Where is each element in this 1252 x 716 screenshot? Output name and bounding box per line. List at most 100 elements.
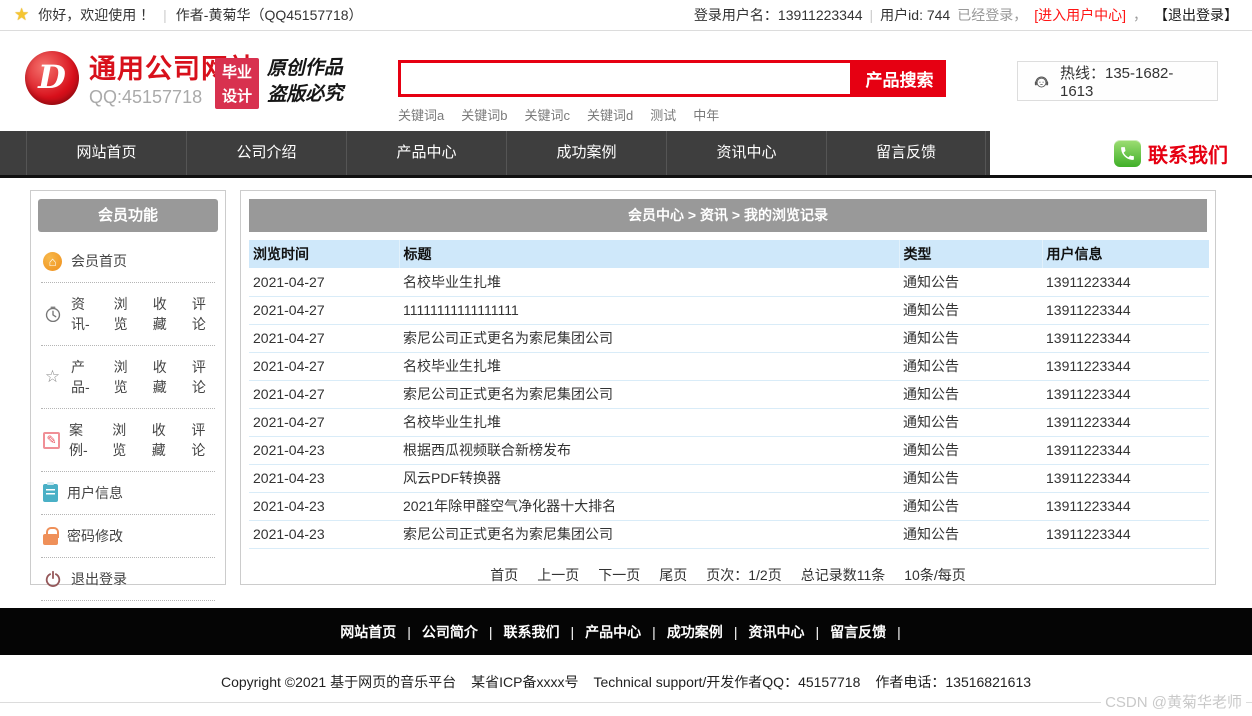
- table-row: 2021-04-27 名校毕业生扎堆 通知公告 13911223344: [249, 268, 1209, 297]
- breadcrumb: 会员中心 > 资讯 > 我的浏览记录: [249, 199, 1207, 232]
- slogan-line1: 原创作品: [266, 56, 343, 80]
- nav-item-company[interactable]: 公司介绍: [186, 131, 346, 175]
- sidebar-item-label: 退出登录: [71, 571, 127, 587]
- enter-user-center-link[interactable]: [进入用户中心]: [1034, 5, 1126, 25]
- footer-link-products[interactable]: 产品中心: [585, 622, 667, 642]
- page-prev-link[interactable]: 上一页: [537, 565, 579, 585]
- cell-title[interactable]: 根据西瓜视频联合新榜发布: [399, 436, 899, 465]
- product-comment-link[interactable]: 评论: [192, 357, 213, 397]
- per-page-info: 10条/每页: [904, 566, 966, 583]
- footer-link-news[interactable]: 资讯中心: [748, 622, 830, 642]
- cell-type: 通知公告: [899, 408, 1042, 437]
- news-browse-link[interactable]: 浏览: [114, 294, 135, 334]
- cell-user: 13911223344: [1042, 492, 1209, 521]
- nav-item-cases[interactable]: 成功案例: [506, 131, 666, 175]
- sidebar-item-change-password[interactable]: 密码修改: [41, 515, 215, 558]
- author-text: 作者-黄菊华（QQ45157718）: [175, 7, 363, 23]
- case-browse-link[interactable]: 浏览: [112, 420, 134, 460]
- cell-title[interactable]: 2021年除甲醛空气净化器十大排名: [399, 492, 899, 521]
- cell-user: 13911223344: [1042, 436, 1209, 465]
- cell-type: 通知公告: [899, 464, 1042, 493]
- keyword-link[interactable]: 关键词b: [461, 105, 507, 124]
- search-input[interactable]: [398, 60, 853, 97]
- clipboard-icon: [43, 482, 58, 502]
- cell-time: 2021-04-27: [249, 324, 399, 353]
- sidebar-item-news: 资讯- 浏览 收藏 评论: [41, 283, 215, 346]
- table-row: 2021-04-23 风云PDF转换器 通知公告 13911223344: [249, 464, 1209, 493]
- topbar: 你好，欢迎使用 ！ | 作者-黄菊华（QQ45157718） 登录用户名：139…: [0, 0, 1252, 31]
- cell-title[interactable]: 11111111111111111: [399, 296, 899, 325]
- cell-time: 2021-04-27: [249, 408, 399, 437]
- cell-title[interactable]: 风云PDF转换器: [399, 464, 899, 493]
- keyword-link[interactable]: 关键词a: [398, 105, 444, 124]
- divider: |: [163, 7, 167, 23]
- cell-user: 13911223344: [1042, 380, 1209, 409]
- divider: |: [869, 7, 874, 23]
- topbar-left: 你好，欢迎使用 ！ | 作者-黄菊华（QQ45157718）: [14, 5, 363, 25]
- case-comment-link[interactable]: 评论: [191, 420, 213, 460]
- copyright-section: Copyright ©2021 基于网页的音乐平台 某省ICP备xxxx号 Te…: [0, 655, 1252, 716]
- sidebar-item-label: 资讯-: [71, 296, 90, 332]
- headset-icon: [1032, 72, 1051, 91]
- phone-icon: [1114, 140, 1141, 167]
- product-search-button[interactable]: 产品搜索: [853, 60, 946, 97]
- badge-line2: 设计: [221, 88, 252, 105]
- nav-item-products[interactable]: 产品中心: [346, 131, 506, 175]
- col-header-user: 用户信息: [1042, 240, 1209, 268]
- logo-circle-icon: D: [25, 50, 79, 105]
- product-browse-link[interactable]: 浏览: [114, 357, 135, 397]
- content: 会员功能 会员首页 资讯-浏览收藏评论 产品-浏览收藏评论 案例-浏览收藏评论: [0, 181, 1252, 608]
- contact-us-link[interactable]: 联系我们: [1114, 139, 1228, 168]
- clock-icon: [43, 305, 62, 324]
- sidebar-title: 会员功能: [38, 199, 218, 232]
- sidebar-item-member-home[interactable]: 会员首页: [41, 240, 215, 283]
- hotline-box: 热线：135-1682-1613: [1017, 61, 1218, 101]
- table-row: 2021-04-27 11111111111111111 通知公告 139112…: [249, 296, 1209, 325]
- table-row: 2021-04-27 索尼公司正式更名为索尼集团公司 通知公告 13911223…: [249, 324, 1209, 353]
- page-first-link[interactable]: 首页: [490, 565, 518, 585]
- cell-type: 通知公告: [899, 268, 1042, 297]
- nav-item-news[interactable]: 资讯中心: [666, 131, 826, 175]
- keyword-link[interactable]: 关键词d: [587, 105, 633, 124]
- cell-title[interactable]: 名校毕业生扎堆: [399, 352, 899, 381]
- sidebar-item-user-info[interactable]: 用户信息: [41, 472, 215, 515]
- cell-title[interactable]: 索尼公司正式更名为索尼集团公司: [399, 380, 899, 409]
- cell-title[interactable]: 索尼公司正式更名为索尼集团公司: [399, 324, 899, 353]
- cell-time: 2021-04-27: [249, 268, 399, 297]
- cell-user: 13911223344: [1042, 324, 1209, 353]
- cell-type: 通知公告: [899, 380, 1042, 409]
- cell-title[interactable]: 名校毕业生扎堆: [399, 268, 899, 297]
- footer-link-company[interactable]: 公司简介: [422, 622, 504, 642]
- tech-support: Technical support/开发作者QQ：45157718: [593, 674, 861, 690]
- sidebar-item-logout[interactable]: 退出登录: [41, 558, 215, 601]
- nav-item-home[interactable]: 网站首页: [26, 131, 186, 175]
- footer-link-home[interactable]: 网站首页: [340, 622, 422, 642]
- cell-user: 13911223344: [1042, 352, 1209, 381]
- footer-link-contact[interactable]: 联系我们: [504, 622, 586, 642]
- keyword-link[interactable]: 关键词c: [524, 105, 570, 124]
- nav-item-feedback[interactable]: 留言反馈: [826, 131, 986, 175]
- table-row: 2021-04-23 根据西瓜视频联合新榜发布 通知公告 13911223344: [249, 436, 1209, 465]
- news-favorite-link[interactable]: 收藏: [153, 294, 174, 334]
- news-comment-link[interactable]: 评论: [192, 294, 213, 334]
- cell-user: 13911223344: [1042, 464, 1209, 493]
- record-total: 总记录数11条: [800, 566, 886, 583]
- sidebar-item-products: 产品- 浏览收藏评论: [41, 346, 215, 409]
- logout-link[interactable]: 【退出登录】: [1154, 5, 1238, 25]
- table-row: 2021-04-27 名校毕业生扎堆 通知公告 13911223344: [249, 352, 1209, 381]
- page-last-link[interactable]: 尾页: [659, 565, 687, 585]
- cell-user: 13911223344: [1042, 268, 1209, 297]
- cell-title[interactable]: 索尼公司正式更名为索尼集团公司: [399, 520, 899, 549]
- case-favorite-link[interactable]: 收藏: [152, 420, 174, 460]
- main-panel: 会员中心 > 资讯 > 我的浏览记录 浏览时间 标题 类型 用户信息 2021-…: [240, 190, 1216, 585]
- page-next-link[interactable]: 下一页: [598, 565, 640, 585]
- edit-icon: [43, 431, 60, 449]
- keyword-link[interactable]: 中年: [693, 105, 719, 124]
- cell-title[interactable]: 名校毕业生扎堆: [399, 408, 899, 437]
- footer-link-cases[interactable]: 成功案例: [667, 622, 749, 642]
- product-favorite-link[interactable]: 收藏: [153, 357, 174, 397]
- topbar-right: 登录用户名：13911223344 | 用户id: 744 已经登录， [进入用…: [694, 5, 1238, 25]
- table-row: 2021-04-23 2021年除甲醛空气净化器十大排名 通知公告 139112…: [249, 492, 1209, 521]
- footer-link-feedback[interactable]: 留言反馈: [830, 622, 912, 642]
- keyword-link[interactable]: 测试: [650, 105, 676, 124]
